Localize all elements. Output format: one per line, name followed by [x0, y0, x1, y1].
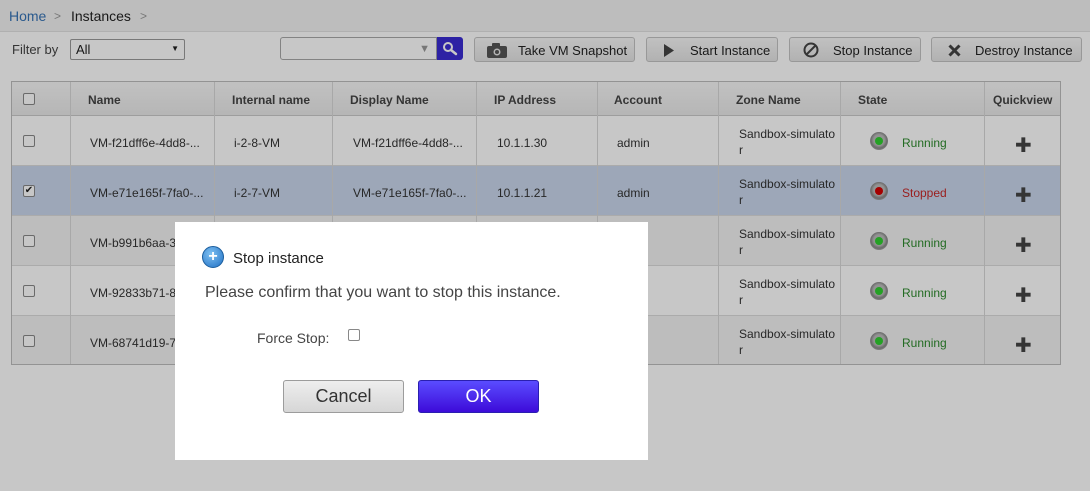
dialog-title: Stop instance: [233, 250, 324, 267]
force-stop-label: Force Stop:: [257, 330, 330, 346]
dialog-message: Please confirm that you want to stop thi…: [205, 284, 561, 301]
cancel-button[interactable]: Cancel: [283, 380, 404, 413]
info-plus-icon: +: [202, 246, 224, 268]
ok-button[interactable]: OK: [418, 380, 539, 413]
force-stop-checkbox[interactable]: [348, 329, 360, 341]
stop-instance-dialog: + Stop instance Please confirm that you …: [175, 222, 648, 460]
